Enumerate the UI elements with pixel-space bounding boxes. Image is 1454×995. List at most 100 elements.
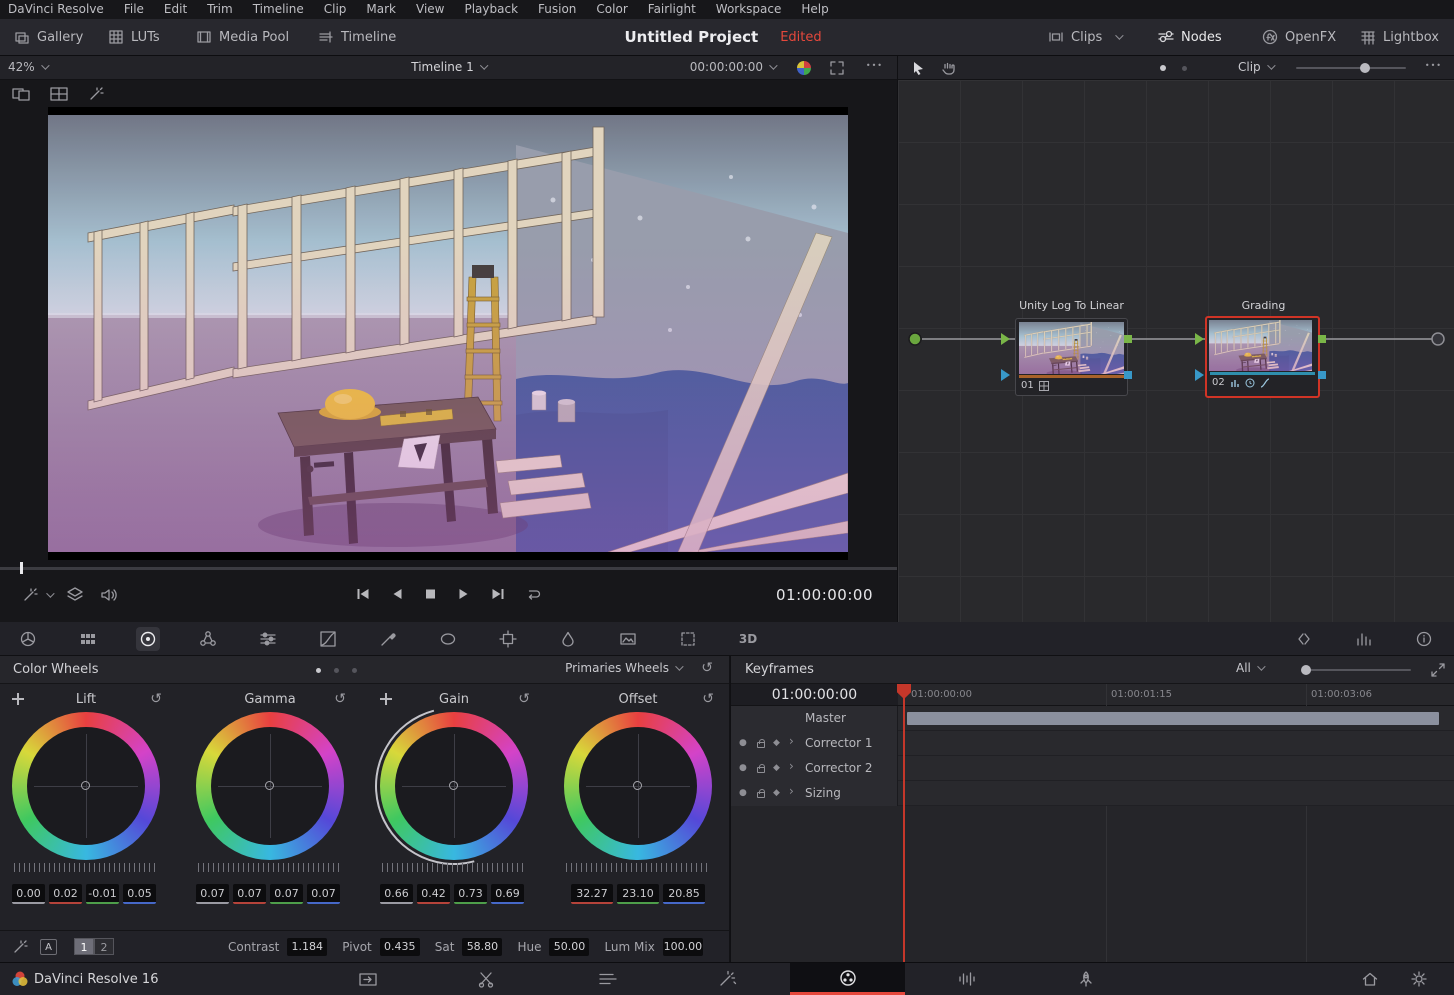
motion-effects-button[interactable] (256, 627, 280, 651)
reset-icon[interactable]: ↺ (518, 691, 530, 707)
viewer-seek-bar[interactable] (0, 567, 897, 570)
menu-playback[interactable]: Playback (454, 0, 528, 19)
node-mode-dropdown[interactable]: Clip (1238, 60, 1273, 74)
lock-icon[interactable] (757, 767, 765, 773)
offset-red-value[interactable]: 32.27 (571, 884, 613, 904)
gamma-master-value[interactable]: 0.07 (196, 884, 229, 904)
lift-master-value[interactable]: 0.00 (12, 884, 45, 904)
node-zoom-knob[interactable] (1360, 63, 1370, 73)
openfx-button[interactable]: OpenFX (1262, 19, 1336, 55)
go-to-end-button[interactable] (489, 587, 505, 601)
expand-viewer-icon[interactable] (829, 60, 845, 76)
page-color-button[interactable] (790, 963, 905, 995)
keyframe-diamond-icon[interactable]: ◆ (773, 735, 780, 751)
reset-icon[interactable]: ↺ (702, 691, 714, 707)
adjustment-value[interactable]: 1.184 (287, 938, 327, 956)
auto-balance-button[interactable]: A (40, 939, 57, 955)
reset-icon[interactable]: ↺ (334, 691, 346, 707)
qualifier-button[interactable] (376, 627, 400, 651)
loop-button[interactable] (524, 587, 542, 601)
lift-master-trackbar[interactable] (14, 863, 158, 872)
wipe-style-button[interactable] (797, 61, 811, 75)
color-wheels-button[interactable] (136, 627, 160, 651)
gamma-color-wheel[interactable] (196, 712, 344, 860)
viewer-seek-playhead[interactable] (20, 562, 23, 574)
offset-green-value[interactable]: 23.10 (617, 884, 659, 904)
page-fairlight-button[interactable] (932, 963, 1002, 995)
track-enable-dot[interactable]: ● (739, 735, 747, 751)
track-enable-dot[interactable]: ● (739, 785, 747, 801)
node-grading[interactable]: 02 (1205, 316, 1320, 398)
luts-button[interactable]: LUTs (108, 19, 160, 55)
menu-workspace[interactable]: Workspace (706, 0, 792, 19)
color-match-button[interactable] (76, 627, 100, 651)
select-tool-icon[interactable] (910, 60, 926, 76)
rgb-mixer-button[interactable] (196, 627, 220, 651)
gain-blue-value[interactable]: 0.69 (491, 884, 524, 904)
wheels-tab-1[interactable]: 1 (74, 938, 94, 955)
page-fusion-button[interactable] (693, 963, 763, 995)
menu-clip[interactable]: Clip (314, 0, 357, 19)
keyframes-filter-dropdown[interactable]: All (1236, 661, 1263, 675)
page-dots[interactable] (316, 668, 357, 673)
highlight-wand-icon[interactable] (88, 86, 106, 102)
node-tree-input-port[interactable] (909, 333, 921, 345)
gain-master-value[interactable]: 0.66 (380, 884, 413, 904)
adjustment-value[interactable]: 58.80 (462, 938, 502, 956)
power-window-button[interactable] (436, 627, 460, 651)
node-menu-icon[interactable]: ••• (1425, 61, 1442, 70)
offset-blue-value[interactable]: 20.85 (663, 884, 705, 904)
keyframes-playhead-line[interactable] (903, 684, 905, 962)
timeline-button[interactable]: Timeline (318, 19, 396, 55)
node-tree-output-port[interactable] (1432, 333, 1444, 345)
reset-all-icon[interactable]: ↺ (701, 660, 713, 676)
gamma-red-value[interactable]: 0.07 (233, 884, 266, 904)
page-media-button[interactable] (333, 963, 403, 995)
gain-color-wheel[interactable] (380, 712, 528, 860)
speaker-icon[interactable] (100, 586, 118, 604)
track-enable-dot[interactable]: ● (739, 760, 747, 776)
node-unity-log-to-linear[interactable]: 01 (1015, 318, 1128, 396)
project-manager-button[interactable] (1350, 963, 1390, 995)
viewer-timecode-dropdown[interactable]: 00:00:00:00 (690, 60, 775, 74)
menu-timeline[interactable]: Timeline (243, 0, 314, 19)
gallery-button[interactable]: Gallery (14, 19, 83, 55)
split-screen-icon[interactable] (50, 86, 68, 102)
menu-file[interactable]: File (114, 0, 154, 19)
page-cut-button[interactable] (452, 963, 522, 995)
keyframe-track-corrector-1[interactable]: ● ◆ › Corrector 1 (731, 731, 1454, 756)
key-input-connector[interactable] (1195, 369, 1204, 381)
scopes-button[interactable] (1352, 627, 1376, 651)
expand-chevron-icon[interactable]: › (789, 783, 794, 799)
wheels-tab-2[interactable]: 2 (94, 938, 114, 955)
adjustment-value[interactable]: 0.435 (380, 938, 420, 956)
info-button[interactable] (1412, 627, 1436, 651)
menu-edit[interactable]: Edit (154, 0, 197, 19)
tracker-button[interactable] (496, 627, 520, 651)
keyframes-zoom-knob[interactable] (1301, 665, 1311, 675)
lock-icon[interactable] (757, 742, 765, 748)
play-button[interactable] (456, 587, 470, 601)
menu-color[interactable]: Color (586, 0, 637, 19)
menu-mark[interactable]: Mark (356, 0, 406, 19)
rgb-input-connector[interactable] (1001, 333, 1010, 345)
expand-chevron-icon[interactable]: › (789, 758, 794, 774)
sizing-button[interactable] (676, 627, 700, 651)
image-wipe-icon[interactable] (12, 86, 30, 102)
key-button[interactable] (616, 627, 640, 651)
keyframe-diamond-icon[interactable]: ◆ (773, 760, 780, 776)
ab-compare-button[interactable] (1292, 627, 1316, 651)
clips-button[interactable]: Clips (1048, 19, 1121, 55)
viewer-menu-icon[interactable]: ••• (866, 61, 883, 70)
gamma-green-value[interactable]: 0.07 (270, 884, 303, 904)
blur-button[interactable] (556, 627, 580, 651)
lift-color-wheel[interactable] (12, 712, 160, 860)
key-input-connector[interactable] (1001, 369, 1010, 381)
gain-green-value[interactable]: 0.73 (454, 884, 487, 904)
media-pool-button[interactable]: Media Pool (196, 19, 289, 55)
rgb-input-connector[interactable] (1195, 333, 1204, 345)
keyframe-track-corrector-2[interactable]: ● ◆ › Corrector 2 (731, 756, 1454, 781)
page-edit-button[interactable] (573, 963, 643, 995)
menu-help[interactable]: Help (791, 0, 838, 19)
keyframe-track-master[interactable]: Master (731, 706, 1454, 731)
